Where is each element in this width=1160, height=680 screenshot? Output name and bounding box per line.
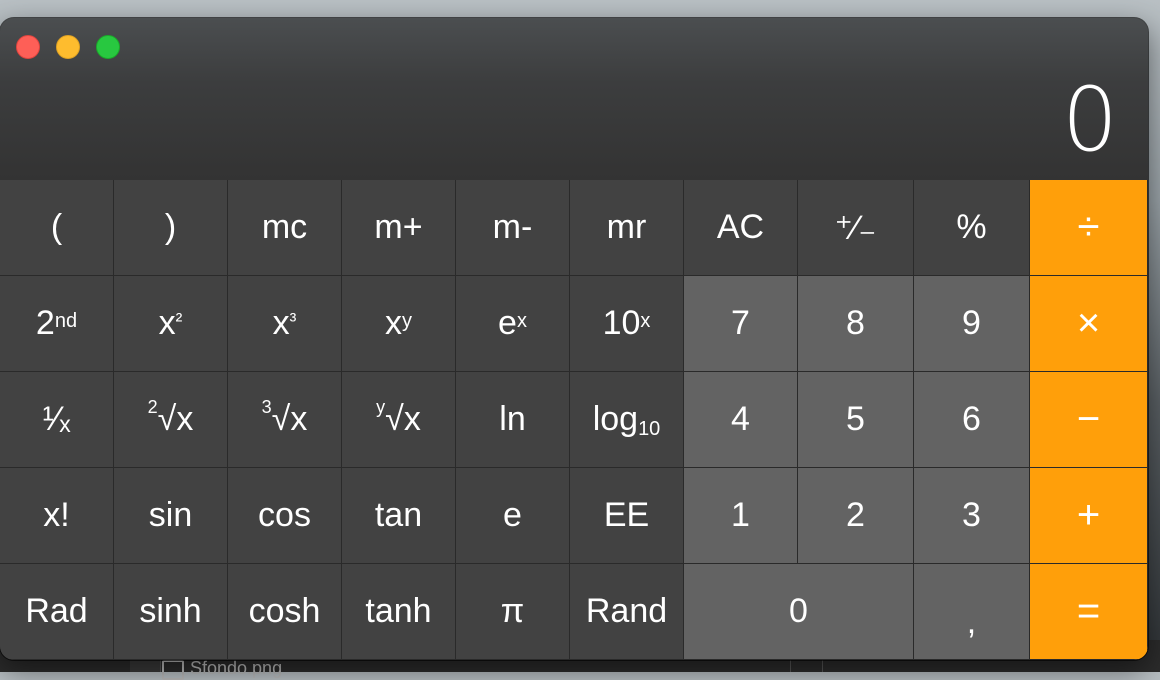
open-paren-button[interactable]: ( <box>0 180 114 276</box>
exp-base: e <box>498 304 517 342</box>
add-button[interactable]: + <box>1030 468 1148 564</box>
all-clear-button[interactable]: AC <box>684 180 798 276</box>
euler-button[interactable]: e <box>456 468 570 564</box>
close-button[interactable] <box>16 35 40 59</box>
radians-button[interactable]: Rad <box>0 564 114 660</box>
cos-button[interactable]: cos <box>228 468 342 564</box>
image-file-icon <box>162 660 184 680</box>
digit-0-button[interactable]: 0 <box>684 564 914 660</box>
nth-root-button[interactable]: y √x <box>342 372 456 468</box>
ten-power-exponent: x <box>640 310 651 332</box>
random-button[interactable]: Rand <box>570 564 684 660</box>
exp-button[interactable]: ex <box>456 276 570 372</box>
exponent-entry-button[interactable]: EE <box>570 468 684 564</box>
sign-toggle-button[interactable]: ⁺∕₋ <box>798 180 914 276</box>
memory-recall-button[interactable]: mr <box>570 180 684 276</box>
equals-button[interactable]: = <box>1030 564 1148 660</box>
cosh-button[interactable]: cosh <box>228 564 342 660</box>
tan-button[interactable]: tan <box>342 468 456 564</box>
calculator-window: 0 ( ) mc m+ m- mr AC ⁺∕₋ % ÷ 2nd x² x³ x… <box>0 18 1148 660</box>
decimal-button[interactable]: , <box>914 564 1030 660</box>
square-base: x <box>158 304 176 342</box>
memory-clear-button[interactable]: mc <box>228 180 342 276</box>
memory-add-button[interactable]: m+ <box>342 180 456 276</box>
sin-button[interactable]: sin <box>114 468 228 564</box>
power-base: x <box>385 304 402 342</box>
square-root-button[interactable]: 2 √x <box>114 372 228 468</box>
display-area: 0 <box>0 18 1148 180</box>
digit-2-button[interactable]: 2 <box>798 468 914 564</box>
square-button[interactable]: x² <box>114 276 228 372</box>
power-exponent: y <box>402 310 412 332</box>
natural-log-button[interactable]: ln <box>456 372 570 468</box>
result-display: 0 <box>1062 68 1118 171</box>
second-function-button[interactable]: 2nd <box>0 276 114 372</box>
desktop-file[interactable]: Sfondo.png <box>162 658 283 680</box>
ten-power-base: 10 <box>602 304 641 342</box>
root-index: y <box>376 397 386 417</box>
root-symbol: √x <box>271 400 308 438</box>
second-superscript: nd <box>54 310 78 332</box>
sinh-button[interactable]: sinh <box>114 564 228 660</box>
reciprocal-button[interactable]: ¹⁄ₓ <box>0 372 114 468</box>
square-exponent: ² <box>175 310 183 332</box>
log-label: log <box>592 400 639 438</box>
keypad: ( ) mc m+ m- mr AC ⁺∕₋ % ÷ 2nd x² x³ xy … <box>0 180 1148 660</box>
second-label: 2 <box>35 304 55 342</box>
cube-button[interactable]: x³ <box>228 276 342 372</box>
ten-power-button[interactable]: 10 x <box>570 276 684 372</box>
cube-base: x <box>272 304 290 342</box>
log-base: 10 <box>638 418 661 440</box>
root-index: 3 <box>261 397 272 417</box>
subtract-button[interactable]: − <box>1030 372 1148 468</box>
divide-button[interactable]: ÷ <box>1030 180 1148 276</box>
digit-3-button[interactable]: 3 <box>914 468 1030 564</box>
digit-6-button[interactable]: 6 <box>914 372 1030 468</box>
tanh-button[interactable]: tanh <box>342 564 456 660</box>
multiply-button[interactable]: × <box>1030 276 1148 372</box>
digit-8-button[interactable]: 8 <box>798 276 914 372</box>
cube-exponent: ³ <box>289 310 297 332</box>
percent-button[interactable]: % <box>914 180 1030 276</box>
zoom-button[interactable] <box>96 35 120 59</box>
root-index: 2 <box>147 397 158 417</box>
memory-subtract-button[interactable]: m- <box>456 180 570 276</box>
pi-button[interactable]: π <box>456 564 570 660</box>
digit-1-button[interactable]: 1 <box>684 468 798 564</box>
digit-5-button[interactable]: 5 <box>798 372 914 468</box>
root-symbol: √x <box>385 400 421 438</box>
power-button[interactable]: xy <box>342 276 456 372</box>
digit-7-button[interactable]: 7 <box>684 276 798 372</box>
digit-9-button[interactable]: 9 <box>914 276 1030 372</box>
exp-exponent: x <box>516 310 527 332</box>
minimize-button[interactable] <box>56 35 80 59</box>
log10-button[interactable]: log 10 <box>570 372 684 468</box>
digit-4-button[interactable]: 4 <box>684 372 798 468</box>
root-symbol: √x <box>157 400 194 438</box>
desktop-file-name: Sfondo.png <box>190 658 283 678</box>
close-paren-button[interactable]: ) <box>114 180 228 276</box>
cube-root-button[interactable]: 3 √x <box>228 372 342 468</box>
factorial-button[interactable]: x! <box>0 468 114 564</box>
